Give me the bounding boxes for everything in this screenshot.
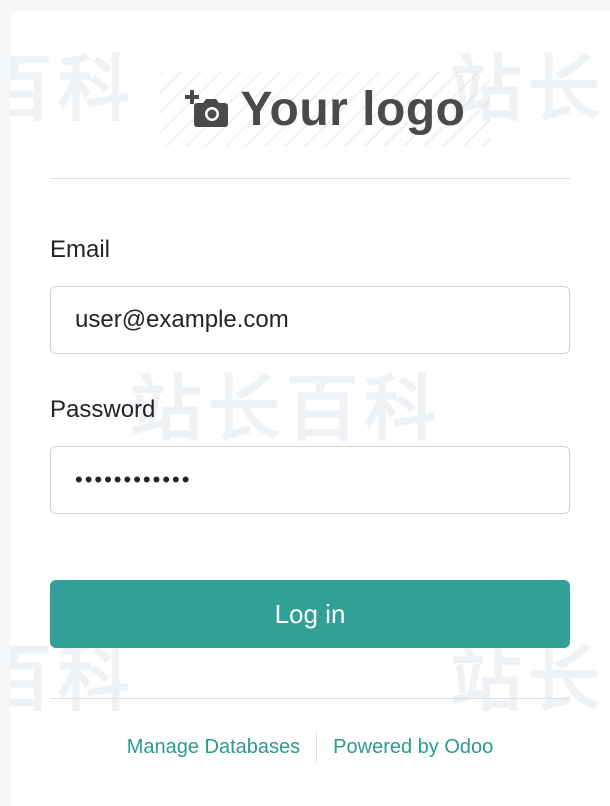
watermark: 百科 <box>10 47 137 131</box>
login-button[interactable]: Log in <box>50 580 570 648</box>
email-label: Email <box>50 236 111 263</box>
logo-text: Your logo <box>240 82 466 136</box>
manage-databases-link[interactable]: Manage Databases <box>127 736 300 759</box>
watermark: 站长百科 <box>130 367 443 451</box>
password-field[interactable] <box>50 446 570 514</box>
powered-by-odoo-link[interactable]: Powered by Odoo <box>333 736 493 759</box>
divider <box>50 698 570 699</box>
divider <box>50 178 570 179</box>
email-field[interactable] <box>50 286 570 354</box>
login-card: 百科 站长 站长百科 百科 站长 Your logo Email Passwor… <box>10 10 610 806</box>
camera-plus-icon <box>184 89 229 129</box>
logo: Your logo <box>160 72 490 146</box>
footer-separator <box>316 732 318 762</box>
footer: Manage Databases Powered by Odoo <box>10 732 610 762</box>
password-label: Password <box>50 396 156 423</box>
